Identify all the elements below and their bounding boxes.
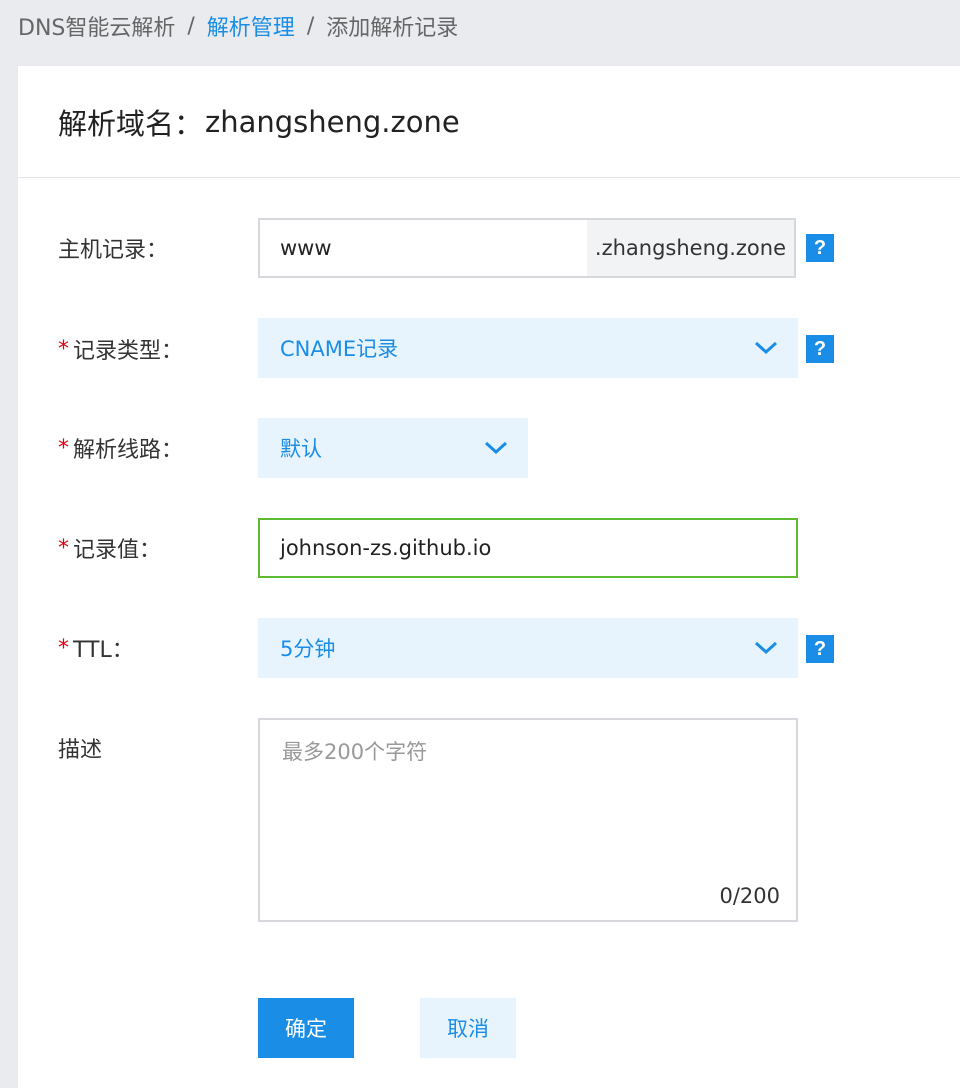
required-star: *	[58, 635, 69, 661]
cancel-button[interactable]: 取消	[420, 998, 516, 1058]
required-star: *	[58, 535, 69, 561]
record-value-label-text: 记录值：	[73, 538, 162, 563]
breadcrumb-item-dns[interactable]: DNS智能云解析	[18, 10, 175, 42]
form-panel: 解析域名： zhangsheng.zone 主机记录： www .zhangsh…	[18, 66, 960, 1088]
required-star: *	[58, 435, 69, 461]
chevron-down-icon	[754, 641, 778, 655]
host-record-label-text: 主机记录：	[58, 238, 169, 263]
record-type-value: CNAME记录	[280, 337, 399, 361]
ttl-value: 5分钟	[280, 637, 336, 661]
ttl-label-text: TTL：	[73, 638, 134, 663]
ttl-select[interactable]: 5分钟	[258, 618, 798, 678]
page-title-label: 解析域名：	[58, 106, 204, 141]
breadcrumb: DNS智能云解析 / 解析管理 / 添加解析记录	[18, 10, 458, 42]
description-placeholder: 最多200个字符	[282, 740, 428, 764]
breadcrumb-separator: /	[306, 13, 315, 39]
record-type-label-text: 记录类型：	[73, 339, 184, 364]
ttl-help-icon[interactable]: ?	[806, 635, 834, 663]
resolution-line-label-text: 解析线路：	[73, 438, 184, 463]
record-value-input[interactable]: johnson-zs.github.io	[258, 518, 798, 578]
resolution-line-select[interactable]: 默认	[258, 418, 528, 478]
description-label: 描述	[58, 733, 102, 763]
page-title: 解析域名： zhangsheng.zone	[18, 66, 960, 178]
record-type-help-icon[interactable]: ?	[806, 335, 834, 363]
host-record-help-icon[interactable]: ?	[806, 234, 834, 262]
description-label-text: 描述	[58, 738, 103, 763]
chevron-down-icon	[484, 441, 508, 455]
breadcrumb-item-record-management[interactable]: 解析管理	[207, 10, 295, 42]
breadcrumb-item-add-record: 添加解析记录	[326, 16, 459, 41]
description-textarea[interactable]: 最多200个字符 0/200	[258, 718, 798, 922]
required-star: *	[58, 336, 69, 362]
breadcrumb-separator: /	[187, 13, 195, 39]
resolution-line-label: * 解析线路：	[58, 433, 184, 464]
chevron-down-icon	[754, 341, 778, 355]
ttl-label: * TTL：	[58, 633, 134, 664]
record-value-label: * 记录值：	[58, 533, 162, 564]
host-record-value[interactable]: www	[260, 236, 587, 260]
host-record-input[interactable]: www .zhangsheng.zone	[258, 218, 796, 278]
host-record-label: 主机记录：	[58, 233, 168, 263]
page-title-domain: zhangsheng.zone	[205, 104, 460, 139]
host-record-suffix: .zhangsheng.zone	[586, 220, 794, 276]
record-type-label: * 记录类型：	[58, 334, 184, 365]
description-char-counter: 0/200	[719, 884, 780, 908]
resolution-line-value: 默认	[280, 437, 322, 461]
record-type-select[interactable]: CNAME记录	[258, 318, 798, 378]
confirm-button[interactable]: 确定	[258, 998, 354, 1058]
